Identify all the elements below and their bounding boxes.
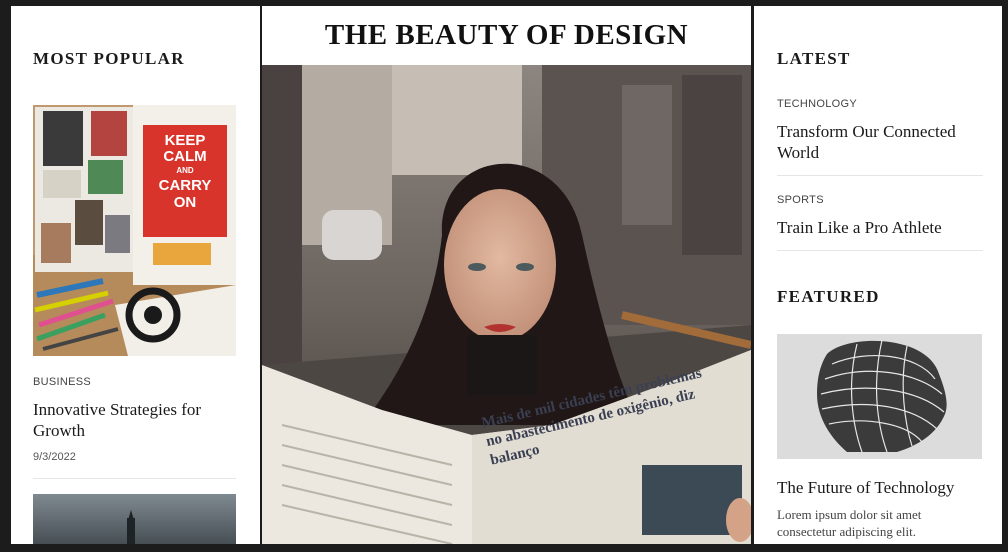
poster-line: CALM	[163, 148, 207, 165]
latest-heading: LATEST	[777, 49, 851, 68]
latest-item-category[interactable]: SPORTS	[777, 194, 824, 206]
sidebar-panel: LATEST TECHNOLOGY Transform Our Connecte…	[754, 6, 1002, 544]
article-category[interactable]: BUSINESS	[33, 376, 91, 388]
hero-panel: THE BEAUTY OF DESIGN Mais de mil cidades…	[262, 6, 751, 544]
next-article-image[interactable]	[33, 494, 236, 544]
article-date: 9/3/2022	[33, 451, 76, 463]
keep-calm-poster: KEEP CALM AND CARRY ON	[143, 133, 227, 211]
wireframe-head-image	[777, 334, 982, 459]
city-skyline-image	[33, 494, 236, 544]
latest-item-title-link[interactable]: Transform Our Connected World	[777, 121, 982, 163]
poster-line: ON	[173, 194, 197, 211]
divider	[777, 250, 983, 251]
hero-image[interactable]: Mais de mil cidades têm problemas no aba…	[262, 65, 751, 544]
woman-reading-newspaper-image	[262, 65, 751, 544]
featured-heading: FEATURED	[777, 287, 880, 306]
popular-article-image[interactable]: KEEP CALM AND CARRY ON	[33, 105, 236, 356]
featured-article-image[interactable]	[777, 334, 982, 459]
hero-title: THE BEAUTY OF DESIGN	[324, 19, 689, 51]
divider	[33, 478, 236, 479]
featured-title-link[interactable]: The Future of Technology	[777, 477, 987, 498]
poster-line: CARRY	[158, 177, 212, 194]
article-title-link[interactable]: Innovative Strategies for Growth	[33, 399, 233, 441]
featured-excerpt: Lorem ipsum dolor sit amet consectetur a…	[777, 507, 922, 539]
latest-item-title-link[interactable]: Train Like a Pro Athlete	[777, 217, 982, 238]
most-popular-panel: MOST POPULAR KEEP CALM AND CARRY ON BUSI…	[11, 6, 260, 544]
poster-line: KEEP	[164, 132, 206, 149]
divider	[777, 175, 983, 176]
poster-line: AND	[176, 166, 194, 175]
latest-item-category[interactable]: TECHNOLOGY	[777, 98, 857, 110]
most-popular-heading: MOST POPULAR	[33, 49, 185, 68]
